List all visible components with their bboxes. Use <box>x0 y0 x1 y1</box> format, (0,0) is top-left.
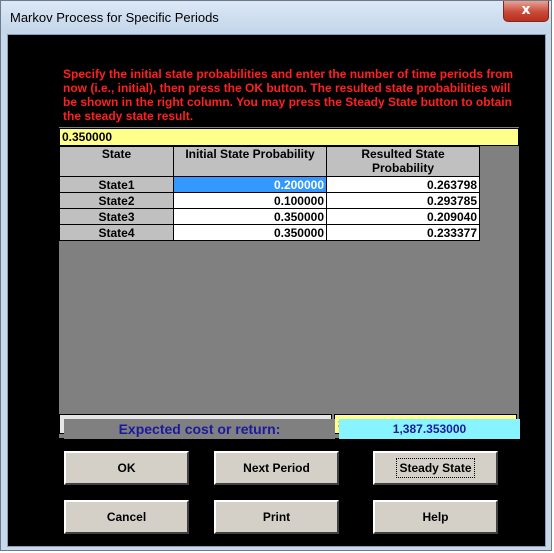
cell-edit-field[interactable]: 0.350000 <box>59 128 519 146</box>
close-icon[interactable]: x <box>503 1 549 22</box>
resulted-probability-cell: 0.233377 <box>326 224 480 241</box>
print-button-label: Print <box>262 510 291 524</box>
help-button[interactable]: Help <box>373 500 498 534</box>
title-bar[interactable]: Markov Process for Specific Periods x <box>1 1 551 34</box>
markov-panel: Specify the initial state probabilities … <box>59 57 519 438</box>
state-probability-table: State Initial State Probability Resulted… <box>59 146 480 241</box>
state-name: State1 <box>59 176 174 193</box>
table-row: State3 0.350000 0.209040 <box>59 208 480 225</box>
help-button-label: Help <box>422 510 449 524</box>
ok-button-label: OK <box>117 461 136 475</box>
resulted-probability-cell: 0.293785 <box>326 192 480 209</box>
window-title: Markov Process for Specific Periods <box>10 10 219 25</box>
state-name: State3 <box>59 208 174 225</box>
column-header-resulted: Resulted State Probability <box>326 146 480 177</box>
next-period-button[interactable]: Next Period <box>214 451 339 485</box>
resulted-probability-cell: 0.263798 <box>326 176 480 193</box>
print-button[interactable]: Print <box>214 500 339 534</box>
resulted-probability-cell: 0.209040 <box>326 208 480 225</box>
cancel-button[interactable]: Cancel <box>64 500 189 534</box>
initial-probability-cell[interactable]: 0.200000 <box>173 176 327 193</box>
initial-probability-cell[interactable]: 0.100000 <box>173 192 327 209</box>
column-header-initial: Initial State Probability <box>173 146 327 177</box>
initial-probability-cell[interactable]: 0.350000 <box>173 208 327 225</box>
instructions-text: Specify the initial state probabilities … <box>59 57 519 127</box>
cancel-button-label: Cancel <box>106 510 147 524</box>
markov-dialog-window: Markov Process for Specific Periods x Sp… <box>0 0 552 551</box>
expected-cost-value: 1,387.353000 <box>339 419 520 439</box>
table-row: State1 0.200000 0.263798 <box>59 176 480 193</box>
ok-button[interactable]: OK <box>64 451 189 485</box>
steady-state-button[interactable]: Steady State <box>373 451 498 485</box>
state-name: State4 <box>59 224 174 241</box>
dialog-client-area: Specify the initial state probabilities … <box>7 34 546 547</box>
state-name: State2 <box>59 192 174 209</box>
initial-probability-cell[interactable]: 0.350000 <box>173 224 327 241</box>
expected-cost-label: Expected cost or return: <box>64 419 335 439</box>
next-period-button-label: Next Period <box>243 461 310 475</box>
table-row: State2 0.100000 0.293785 <box>59 192 480 209</box>
table-row: State4 0.350000 0.233377 <box>59 224 480 241</box>
table-header-row: State Initial State Probability Resulted… <box>59 146 480 177</box>
column-header-state: State <box>59 146 174 177</box>
steady-state-button-label: Steady State <box>396 458 475 478</box>
